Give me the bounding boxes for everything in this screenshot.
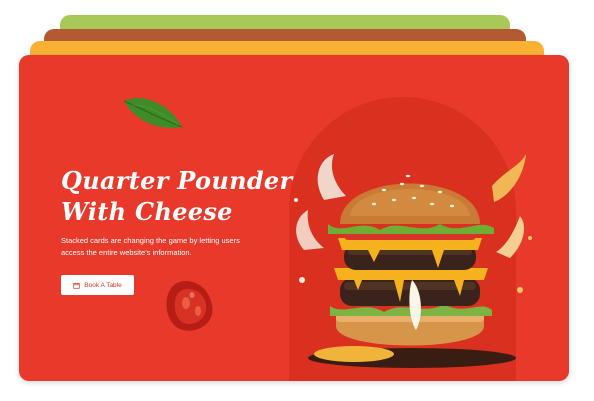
- calendar-icon: [73, 282, 80, 289]
- hero-title: Quarter Pounder With Cheese: [61, 165, 292, 227]
- cheeseburger-image: [294, 154, 532, 368]
- main-card: Quarter Pounder With Cheese Stacked card…: [19, 55, 569, 381]
- tomato-slice-image: [166, 281, 213, 331]
- book-table-label: Book A Table: [84, 281, 122, 289]
- hero-title-line2: With Cheese: [61, 197, 233, 226]
- hero-description: Stacked cards are changing the game by l…: [61, 236, 240, 257]
- hero-title-line1: Quarter Pounder: [61, 166, 293, 195]
- book-table-button[interactable]: Book A Table: [61, 275, 134, 295]
- basil-leaf-image: [123, 98, 183, 128]
